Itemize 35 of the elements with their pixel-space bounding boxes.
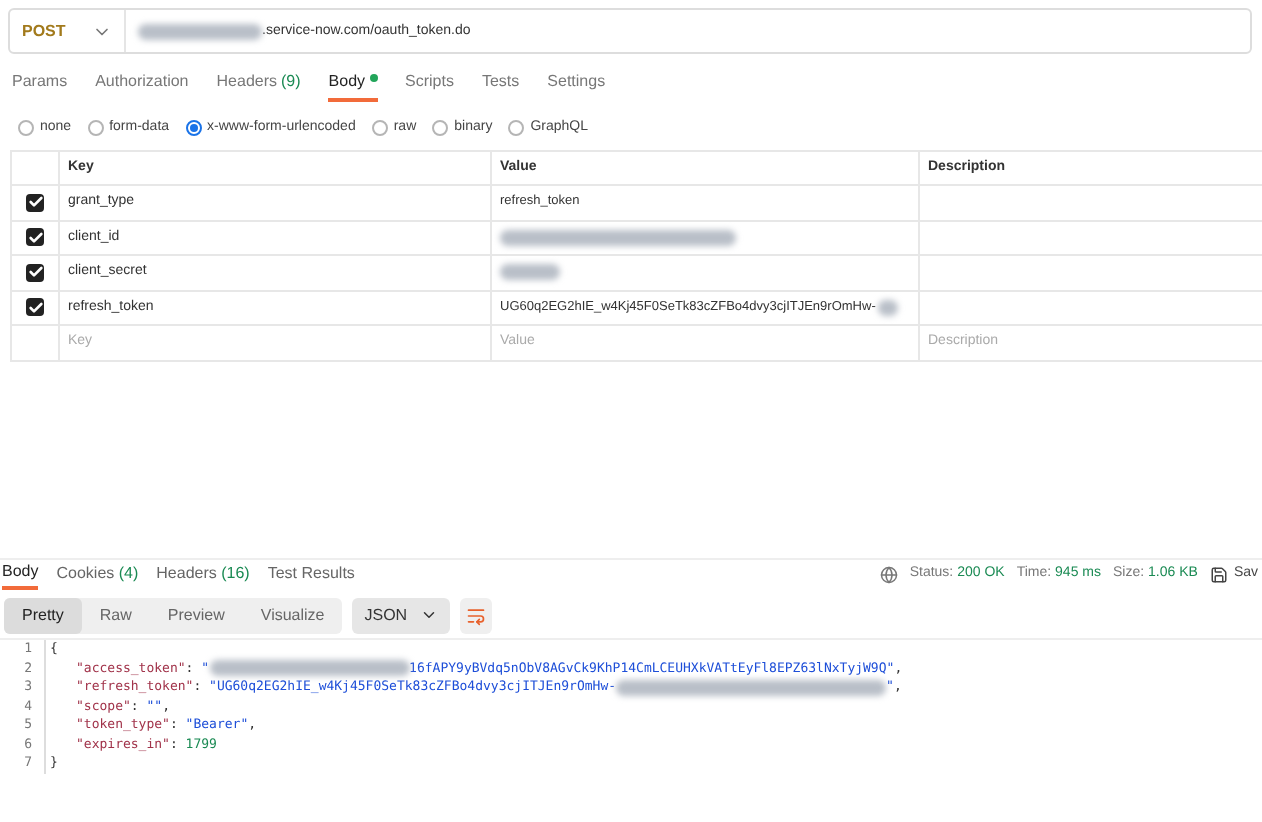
- format-dropdown[interactable]: JSON: [352, 597, 450, 633]
- method-dropdown[interactable]: POST: [10, 10, 126, 52]
- request-tab[interactable]: Scripts: [405, 70, 454, 102]
- radio-button[interactable]: [508, 120, 525, 136]
- radio-button[interactable]: [371, 120, 388, 136]
- radio-button[interactable]: [432, 120, 449, 136]
- checkbox[interactable]: [26, 193, 44, 212]
- response-tab[interactable]: Cookies (4): [56, 559, 139, 589]
- request-tab[interactable]: Authorization: [95, 70, 189, 102]
- redacted-block: [138, 23, 262, 39]
- request-tab[interactable]: Tests: [481, 70, 520, 102]
- redacted-block: [500, 264, 560, 281]
- request-tab[interactable]: Headers (9): [216, 70, 301, 102]
- wrap-icon: [465, 605, 486, 625]
- checkbox[interactable]: [26, 228, 44, 247]
- response-tab[interactable]: Body: [2, 559, 39, 589]
- wrap-button[interactable]: [459, 597, 492, 633]
- checkbox[interactable]: [26, 298, 44, 317]
- radio-button[interactable]: [18, 120, 34, 136]
- redacted-block: [877, 299, 898, 316]
- view-tab[interactable]: Preview: [149, 597, 243, 633]
- request-tab[interactable]: Params: [12, 70, 68, 102]
- chevron-down-icon: [419, 606, 438, 624]
- request-tab[interactable]: Body: [328, 70, 378, 102]
- checkbox[interactable]: [26, 263, 44, 282]
- globe-icon: [879, 565, 898, 583]
- save-icon: [1209, 565, 1228, 583]
- request-tab[interactable]: Settings: [547, 70, 606, 102]
- radio-button[interactable]: [185, 120, 202, 136]
- response-tab[interactable]: Headers (16): [156, 559, 250, 589]
- view-tab[interactable]: Raw: [81, 597, 150, 633]
- radio-button[interactable]: [87, 120, 104, 136]
- view-tab[interactable]: Visualize: [242, 597, 343, 633]
- view-tab[interactable]: Pretty: [4, 597, 82, 633]
- response-tab[interactable]: Test Results: [267, 559, 355, 589]
